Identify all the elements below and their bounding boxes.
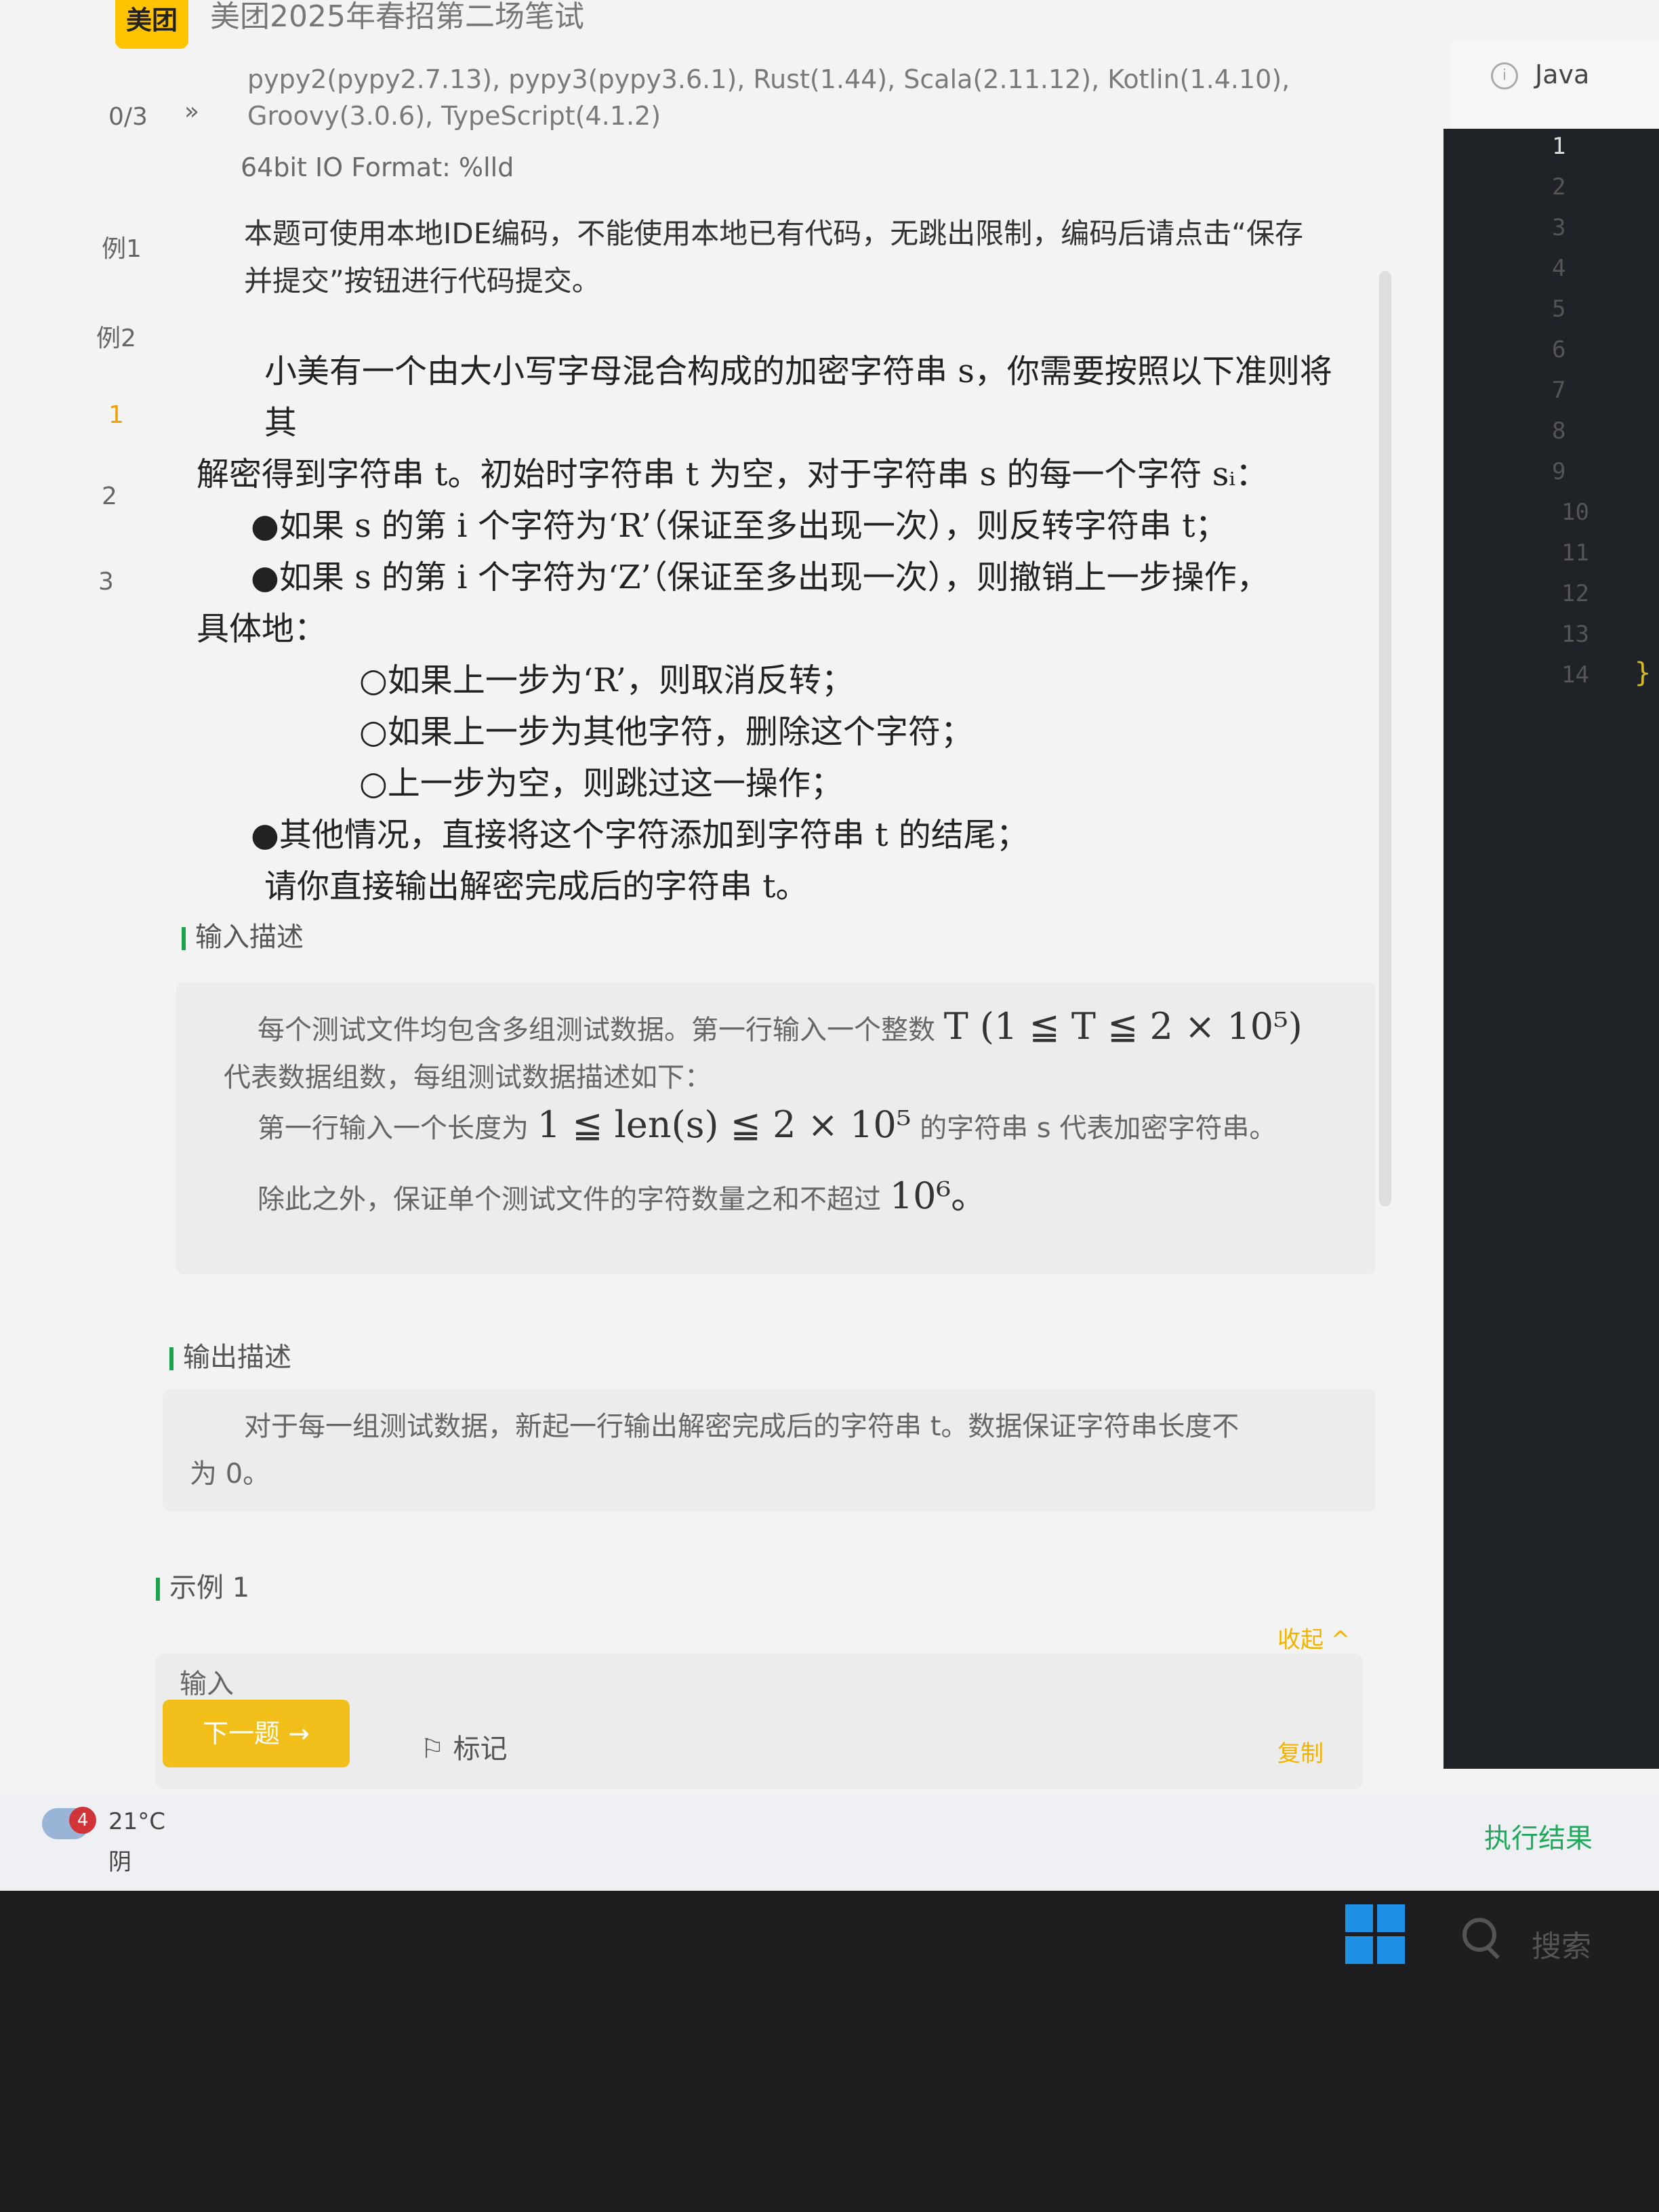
language-select[interactable]: Java [1535, 60, 1589, 89]
nav-question-1[interactable]: 1 [108, 401, 124, 429]
line-number: 12 [1561, 580, 1589, 607]
notice-line-1: 本题可使用本地IDE编码，不能使用本地已有代码，无跳出限制，编码后请点击“保存 [244, 217, 1304, 250]
run-result-button[interactable]: 执行结果 [1484, 1816, 1593, 1856]
problem-statement: 小美有一个由大小写字母混合构成的加密字符串 s，你需要按照以下准则将其 解密得到… [197, 346, 1362, 912]
search-icon[interactable] [1462, 1918, 1496, 1952]
line-number: 2 [1552, 173, 1566, 201]
statement-line: 解密得到字符串 t。初始时字符串 t 为空，对于字符串 s 的每一个字符 sᵢ： [197, 455, 1269, 493]
section-marker [182, 927, 186, 950]
statement-bullet: ●如果 s 的第 i 个字符为‘R’（保证至多出现一次），则反转字符串 t； [251, 507, 1228, 545]
output-section-title: 输出描述 [169, 1335, 291, 1374]
input-line-4: 除此之外，保证单个测试文件的字符数量之和不超过 10⁶。 [258, 1174, 988, 1217]
languages-line-1: pypy2(pypy2.7.13), pypy3(pypy3.6.1), Rus… [247, 64, 1290, 94]
line-number: 6 [1552, 336, 1566, 363]
code-closing-brace: } [1635, 657, 1652, 689]
statement-sub-bullet: ○如果上一步为其他字符，删除这个字符； [359, 713, 973, 751]
nav-question-2[interactable]: 2 [102, 483, 117, 510]
question-nav: 0/3 » 例1 例2 1 2 3 [0, 41, 199, 1776]
taskbar-search[interactable]: 搜索 [1532, 1922, 1591, 1965]
nav-question-3[interactable]: 3 [98, 568, 114, 596]
output-line-1: 对于每一组测试数据，新起一行输出解密完成后的字符串 t。数据保证字符串长度不 [244, 1411, 1240, 1442]
info-icon: i [1491, 62, 1518, 89]
line-number: 8 [1552, 417, 1566, 445]
input-line-2: 代表数据组数，每组测试数据描述如下： [224, 1062, 712, 1093]
code-editor[interactable] [1443, 129, 1659, 1769]
monitor-bezel [0, 1891, 1659, 2212]
line-number: 11 [1561, 539, 1589, 567]
flag-icon: ⚐ [420, 1734, 453, 1765]
progress-counter: 0/3 [108, 103, 148, 131]
statement-line: 请你直接输出解密完成后的字符串 t。 [264, 867, 808, 905]
collapse-button[interactable]: 收起 ^ [1277, 1621, 1350, 1654]
section-marker [169, 1347, 173, 1370]
output-description: 对于每一组测试数据，新起一行输出解密完成后的字符串 t。数据保证字符串长度不 为… [190, 1403, 1355, 1498]
statement-sub-bullet: ○如果上一步为‘R’，则取消反转； [359, 661, 854, 699]
taskbar [0, 1796, 1659, 1891]
nav-example-2[interactable]: 例2 [96, 319, 136, 354]
input-description: 每个测试文件均包含多组测试数据。第一行输入一个整数 T (1 ≦ T ≦ 2 ×… [224, 1003, 1376, 1223]
input-line-3: 第一行输入一个长度为 1 ≦ len(s) ≦ 2 × 10⁵ 的字符串 s 代… [258, 1103, 1277, 1146]
statement-line: 小美有一个由大小写字母混合构成的加密字符串 s，你需要按照以下准则将其 [264, 352, 1332, 442]
line-number: 4 [1552, 255, 1566, 282]
statement-sub-bullet: ○上一步为空，则跳过这一操作； [359, 764, 843, 802]
notification-badge: 4 [69, 1807, 96, 1834]
supported-languages: pypy2(pypy2.7.13), pypy3(pypy3.6.1), Rus… [247, 61, 1345, 134]
ide-notice: 本题可使用本地IDE编码，不能使用本地已有代码，无跳出限制，编码后请点击“保存 … [244, 210, 1362, 305]
line-number: 3 [1552, 214, 1566, 241]
header: 美团 美团2025年春招第二场笔试 [0, 0, 1659, 49]
statement-bullet: ●其他情况，直接将这个字符添加到字符串 t 的结尾； [251, 816, 1029, 854]
section-marker [156, 1578, 160, 1601]
statement-bullet: ●如果 s 的第 i 个字符为‘Z’（保证至多出现一次），则撤销上一步操作， [251, 558, 1269, 596]
example-section-title: 示例 1 [156, 1565, 249, 1605]
nav-example-1[interactable]: 例1 [102, 229, 142, 264]
line-number: 9 [1552, 458, 1566, 485]
weather-temperature[interactable]: 21°C [108, 1808, 165, 1835]
problem-scrollbar[interactable] [1379, 271, 1391, 1206]
notice-line-2: 并提交”按钮进行代码提交。 [244, 264, 600, 298]
problem-panel: pypy2(pypy2.7.13), pypy3(pypy3.6.1), Rus… [156, 41, 1382, 1789]
copy-button[interactable]: 复制 [1277, 1735, 1324, 1768]
next-question-button[interactable]: 下一题 → [163, 1700, 350, 1767]
line-number: 1 [1552, 133, 1566, 160]
statement-line: 具体地： [197, 610, 327, 648]
line-number: 5 [1552, 295, 1566, 323]
line-number: 7 [1552, 377, 1566, 404]
mark-button[interactable]: ⚐ 标记 [420, 1727, 508, 1766]
weather-condition[interactable]: 阴 [108, 1843, 131, 1877]
line-number: 13 [1561, 621, 1589, 648]
screen: 美团 美团2025年春招第二场笔试 0/3 » 例1 例2 1 2 3 pypy… [0, 0, 1659, 1891]
input-section-title: 输入描述 [182, 915, 304, 954]
windows-start-icon[interactable] [1345, 1904, 1405, 1964]
line-number: 10 [1561, 499, 1589, 526]
line-number: 14 [1561, 661, 1589, 689]
input-line-1: 每个测试文件均包含多组测试数据。第一行输入一个整数 T (1 ≦ T ≦ 2 ×… [258, 1005, 1303, 1048]
io-format: 64bit IO Format: %lld [241, 152, 514, 182]
page-title: 美团2025年春招第二场笔试 [210, 0, 584, 34]
output-line-2: 为 0。 [190, 1458, 270, 1490]
languages-line-2: Groovy(3.0.6), TypeScript(4.1.2) [247, 101, 661, 131]
